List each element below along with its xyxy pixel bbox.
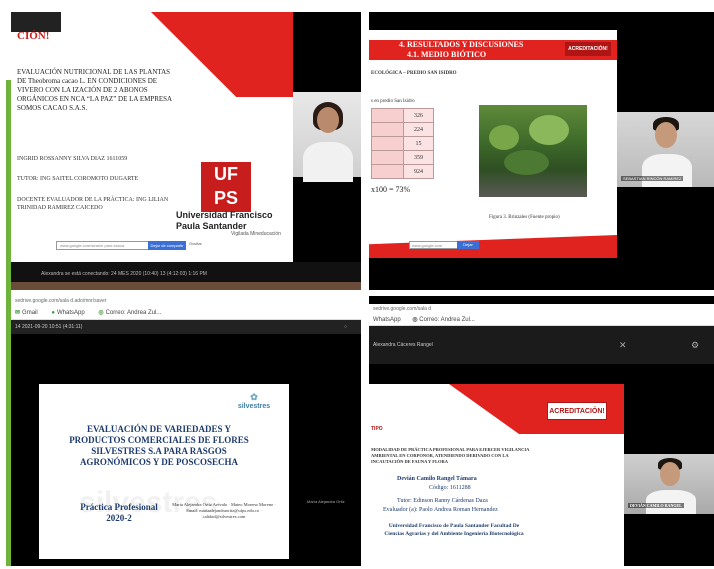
table-row: 359 [371, 150, 434, 165]
video-tile-top-right: 4. RESULTADOS Y DISCUSIONES 4.1. MEDIO B… [369, 12, 714, 290]
globe-icon: ◎ [412, 317, 418, 323]
bookmark-correo[interactable]: ◎ Correo: Andrea Zul... [98, 310, 161, 316]
slide-badge: CIÓN! [17, 30, 50, 42]
participant-camera [293, 92, 361, 182]
record-icon[interactable]: ○ [344, 320, 347, 334]
close-icon[interactable]: ✕ [619, 326, 627, 364]
shared-slide: CIÓN! EVALUACIÓN NUTRICIONAL DE LAS PLAN… [11, 12, 293, 262]
table-caption: s en predio San Isidro [371, 99, 415, 104]
status-bar: Alexandra se está conectando: 24 MES 202… [11, 262, 361, 290]
participant-name: SEBASTIAN RINCÓN RAMIREZ [621, 176, 684, 181]
evaluator-name: DOCENTE EVALUADOR DE LA PRÁCTICA: ING LI… [17, 197, 169, 211]
video-tile-bottom-left: sedrive.google.com/sala d.ado/mnr/saver … [11, 296, 361, 566]
university-name: Universidad Francisco Paula Santander [176, 210, 273, 231]
silvestres-logo: ✿ silvestres [229, 392, 279, 410]
slide-heading: 4. RESULTADOS Y DISCUSIONES [399, 40, 524, 49]
figure-caption: Figura 3. Brinzales (Fuente propio) [489, 215, 560, 220]
slide-subheading: 4.1. MEDIO BIÓTICO [407, 50, 487, 59]
slide-title: EVALUACIÓN DE VARIEDADES Y PRODUCTOS COM… [69, 424, 249, 467]
participant-camera: SEBASTIAN RINCÓN RAMIREZ [617, 112, 714, 187]
table-row: 924 [371, 164, 434, 179]
hide-button[interactable]: Ocultar [189, 241, 202, 246]
accreditation-badge: ACREDITACIÓN! [547, 402, 607, 420]
status-text: Alexandra se está conectando: 24 MES 202… [41, 271, 207, 277]
participant-camera: DEVIÁN CAMILO RANGEL [624, 454, 714, 514]
evaluator-name: Evaluador (a): Paolo Andrea Roman Hernan… [383, 507, 498, 513]
authors-block: María Alejandra Ortiz Arévalo · Mateo Mo… [172, 502, 276, 519]
bookmarks-bar: ✉ Gmail ● WhatsApp ◎ Correo: Andrea Zul... [11, 307, 361, 320]
bookmark-correo[interactable]: ◎ Correo: Andrea Zul... [412, 317, 475, 323]
stop-sharing-button[interactable]: Dejar de compartir [148, 241, 186, 250]
slide-title: MODALIDAD DE PRÁCTICA PROFESIONAL PARA E… [371, 447, 530, 464]
university-subtitle: Vigilada Mineducación [231, 231, 281, 237]
practice-label: Práctica Profesional 2020-2 [80, 502, 158, 523]
table-row: 326 [371, 108, 434, 123]
bookmark-gmail[interactable]: ✉ Gmail [15, 310, 38, 316]
globe-icon: ◎ [98, 310, 104, 316]
stop-sharing-button[interactable]: Dejar [457, 241, 479, 249]
slide-label: TIPO [371, 426, 383, 432]
address-bar[interactable]: sedrive.google.com/sala d [369, 304, 714, 314]
gear-icon[interactable]: ⚙ [691, 326, 699, 364]
seedlings-photo [479, 105, 587, 197]
shared-slide: ACREDITACIÓN! TIPO MODALIDAD DE PRÁCTICA… [369, 384, 624, 566]
accreditation-badge: ACREDITACIÓN! [565, 42, 611, 56]
meeting-title-row: 14 2021-09-20 10:51 (4:31:11) ○ [11, 320, 361, 334]
student-name: INGRID ROSSANNY SILVA DIAZ 1611059 [17, 156, 128, 162]
shared-slide: silvestres ✿ silvestres EVALUACIÓN DE VA… [39, 384, 289, 559]
percentage-formula: x100 = 73% [371, 185, 411, 194]
video-tile-bottom-right: sedrive.google.com/sala d WhatsApp ◎ Cor… [369, 296, 714, 566]
ufps-logo: UF PS [201, 162, 251, 212]
table-row: 15 [371, 136, 434, 151]
bookmark-whatsapp[interactable]: ● WhatsApp [51, 310, 84, 316]
whatsapp-icon: ● [51, 310, 55, 316]
slide-title: EVALUACIÓN NUTRICIONAL DE LAS PLANTAS DE… [17, 68, 172, 112]
address-bar[interactable]: sedrive.google.com/sala d.ado/mnr/saver [11, 296, 361, 307]
participant-name: María Alejandra Ortiz [307, 499, 345, 504]
student-name: Devián Camilo Rangel Támara [397, 476, 477, 482]
video-tile-top-left: CIÓN! EVALUACIÓN NUTRICIONAL DE LAS PLAN… [11, 12, 361, 290]
shared-slide: 4. RESULTADOS Y DISCUSIONES 4.1. MEDIO B… [369, 30, 617, 258]
meeting-title-row: Alexandra Cáceres Rangel ✕ ⚙ [369, 326, 714, 364]
table-row: 224 [371, 122, 434, 137]
tutor-name: Tutor: Edinson Ranny Cárdenas Daza [397, 498, 488, 504]
bookmark-whatsapp[interactable]: WhatsApp [373, 317, 401, 323]
tutor-name: TUTOR: ING SAITEL COROMOTO DUGARTE [17, 176, 139, 182]
participant-name: DEVIÁN CAMILO RANGEL [628, 503, 684, 508]
student-code: Código: 1611288 [429, 485, 471, 491]
slide-subtitle: ECOLÓGICA – PREDIO SAN ISIDRO [371, 71, 457, 76]
university-block: Universidad Francisco de Paula Santander… [384, 523, 524, 537]
leaf-icon: ✿ [250, 392, 258, 402]
results-table: 326 224 15 359 924 [371, 108, 434, 179]
mail-icon: ✉ [15, 310, 21, 316]
bookmarks-bar: WhatsApp ◎ Correo: Andrea Zul... [369, 314, 714, 326]
